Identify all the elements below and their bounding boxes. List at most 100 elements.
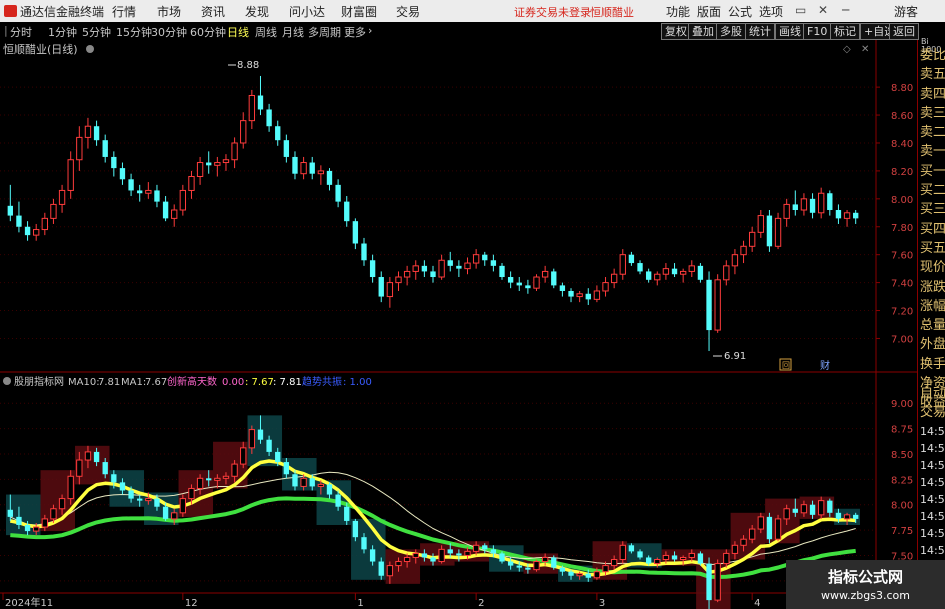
indicator-candle-body (809, 504, 816, 515)
menu-news[interactable]: 资讯 (201, 3, 225, 20)
indicator-candle-body (309, 478, 315, 487)
menu-functions[interactable]: 功能 (666, 3, 690, 20)
tb-back-button[interactable]: 返回 (889, 23, 919, 40)
main-candle-body (93, 126, 100, 141)
sidebar-auto[interactable]: 自动 (920, 384, 945, 403)
indicator-candle-body (835, 512, 842, 519)
main-candle-body (792, 204, 798, 210)
period-collapse-icon[interactable]: | (4, 24, 8, 37)
pane-expand-icon[interactable]: ◇ (843, 44, 851, 55)
indicator-candle-body (827, 500, 833, 513)
main-candle-body (386, 282, 394, 298)
minimize-icon[interactable]: ─ (842, 3, 849, 17)
indicator-name: 股朋指标网 (14, 375, 64, 388)
sidebar-tick-time: 14:56 (920, 543, 945, 557)
indicator-candle-body (300, 477, 307, 487)
main-candle-body (619, 254, 626, 275)
ma10-value: 7.81 (98, 377, 120, 388)
sidebar-tick-time: 14:56 (920, 441, 945, 455)
ma10-label: MA10: (68, 377, 100, 388)
stock-tab[interactable]: 恒顺醋业 (590, 4, 634, 20)
main-candle-body (783, 203, 790, 219)
main-candle-body (412, 265, 419, 272)
indicator-candle-body (16, 516, 22, 525)
indicator-candle-body (84, 451, 92, 461)
period-tab-timeshare[interactable]: 分时 (10, 24, 32, 40)
menu-market[interactable]: 市场 (157, 3, 181, 20)
period-tab-daily[interactable]: 日线 (227, 24, 249, 40)
indicator-candle-body (128, 490, 134, 499)
trade-login-warning[interactable]: 证券交易未登录 (514, 4, 591, 20)
indicator-candle-body (58, 498, 66, 510)
indicator-candle-body (697, 553, 704, 564)
indicator-candle-body (386, 565, 394, 577)
main-candle-body (188, 175, 195, 191)
restore-icon[interactable]: ▭ (795, 3, 806, 17)
new-high-days-value: 0.00 (222, 377, 244, 388)
indicator-menu-icon[interactable] (3, 377, 11, 385)
period-tab-1min[interactable]: 1分钟 (48, 24, 77, 40)
indicator-candle-body (283, 462, 290, 475)
indicator-candle-body (602, 565, 609, 573)
sidebar-tick-time: 14:56 (920, 492, 945, 506)
period-tab-multi[interactable]: 多周期 (308, 24, 341, 40)
menu-ask[interactable]: 问小达 (289, 3, 325, 20)
menu-layout[interactable]: 版面 (697, 3, 721, 20)
menu-wealth[interactable]: 财富圈 (341, 3, 377, 20)
menu-options[interactable]: 选项 (759, 3, 783, 20)
main-candle-body (482, 254, 488, 261)
indicator-candle-body (792, 508, 798, 513)
price-tick-label: 7.80 (891, 223, 913, 234)
main-candle-body (568, 290, 574, 297)
indicator-candle-body (585, 573, 591, 578)
sidebar-quote-item: 现价 (920, 260, 945, 276)
indicator-candle-body (145, 498, 152, 502)
finance-marker-icon[interactable]: 财 (820, 359, 830, 372)
sidebar-quote-list: 委比 卖五 卖四 卖三 卖二 卖一 买一 买二 买三 买四 买五 现价 涨跌 涨幅 总量 外盘 换手 净资 收益 (920, 46, 945, 413)
pane-settings-icon[interactable]: ✕ (861, 44, 869, 55)
main-candle-body (654, 273, 661, 281)
main-candle-body (551, 271, 557, 286)
chevron-right-icon[interactable]: › (368, 24, 372, 37)
period-tab-weekly[interactable]: 周线 (255, 24, 277, 40)
tb-draw-button[interactable]: 画线 (775, 23, 805, 40)
main-candle-body (507, 277, 514, 283)
sidebar-trade[interactable]: 交易 (920, 403, 945, 422)
main-candle-body (662, 268, 670, 275)
period-tab-monthly[interactable]: 月线 (282, 24, 304, 40)
tb-adjust-button[interactable]: 复权 (661, 23, 691, 40)
menu-quotes[interactable]: 行情 (112, 3, 136, 20)
main-candle-body (300, 162, 307, 175)
tb-stats-button[interactable]: 统计 (745, 23, 775, 40)
menu-discover[interactable]: 发现 (245, 3, 269, 20)
kline-chart[interactable]: 8.80 8.60 8.40 8.20 8.00 7.80 7.60 7.40 7.20 7.00… (0, 40, 917, 609)
main-candle-body (628, 254, 635, 264)
app-logo-icon (4, 5, 17, 17)
sidebar-quote-item: 买一 (920, 163, 945, 179)
period-tab-30min[interactable]: 30分钟 (151, 24, 187, 40)
main-candle-body (853, 212, 859, 219)
tb-multi-button[interactable]: 多股 (716, 23, 746, 40)
menu-formula[interactable]: 公式 (728, 3, 752, 20)
main-candle-body (369, 260, 376, 278)
event-marker-label: 回 (782, 361, 790, 370)
indicator-candle-body (843, 514, 851, 520)
close-icon[interactable]: ✕ (818, 3, 828, 17)
tb-overlay-button[interactable]: 叠加 (688, 23, 718, 40)
menu-trade[interactable]: 交易 (396, 3, 420, 20)
period-tab-5min[interactable]: 5分钟 (82, 24, 111, 40)
pane-menu-icon[interactable] (86, 45, 94, 53)
indicator-candle-body (93, 451, 100, 463)
tb-f10-button[interactable]: F10 (803, 23, 832, 40)
indicator-candle-body (516, 565, 522, 568)
period-tab-60min[interactable]: 60分钟 (190, 24, 226, 40)
tb-mark-button[interactable]: 标记 (830, 23, 860, 40)
period-tab-15min[interactable]: 15分钟 (116, 24, 152, 40)
price-tick-label: 7.40 (891, 279, 913, 290)
main-candle-body (456, 265, 462, 269)
guest-login[interactable]: 游客 (894, 3, 918, 20)
main-candle-body (222, 159, 230, 164)
sidebar-tick-time: 14:56 (920, 509, 945, 523)
period-tab-more[interactable]: 更多 (344, 24, 366, 40)
indicator-tick-label: 8.50 (891, 450, 913, 461)
